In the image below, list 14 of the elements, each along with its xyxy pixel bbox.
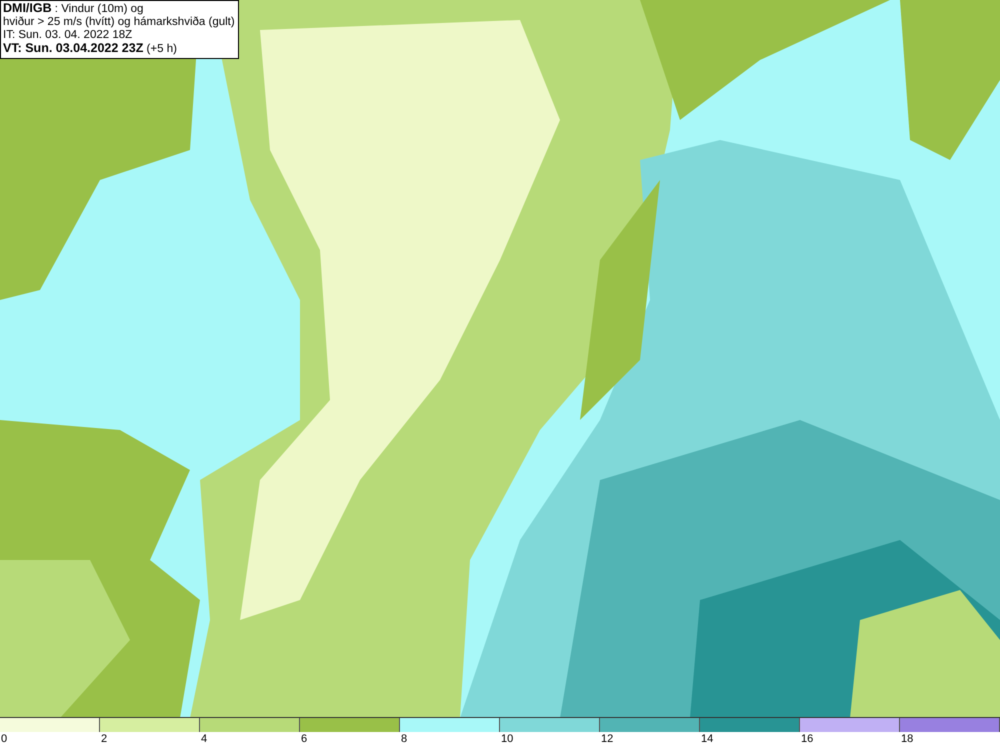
tick-label: 0: [0, 732, 8, 747]
tick-label: 12: [600, 732, 614, 747]
legend-text: DMI/IGB : Vindur (10m) og: [3, 2, 144, 16]
tick-label: 10: [500, 732, 514, 747]
tick-label: 4: [200, 732, 208, 747]
legend-text: VT: Sun. 03.04.2022 23Z (+5 h): [3, 42, 178, 56]
tick-label: 14: [700, 732, 714, 747]
tick-label: 8: [400, 732, 408, 747]
legend-text: hviður > 25 m/s (hvítt) og hámarkshviða (gult): [3, 16, 235, 29]
tick-label: 2: [100, 732, 108, 747]
tick-label: 16: [800, 732, 814, 747]
legend-text: IT: Sun. 03. 04. 2022 18Z: [3, 29, 134, 42]
tick-label: 6: [300, 732, 308, 747]
tick-label: 18: [900, 732, 914, 747]
